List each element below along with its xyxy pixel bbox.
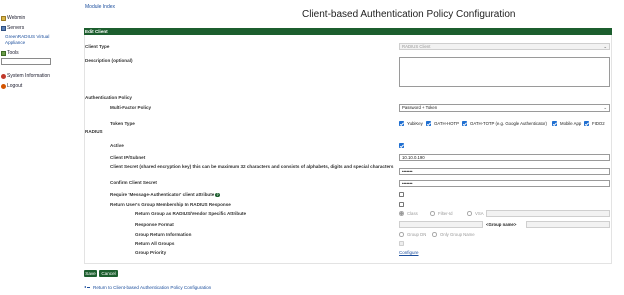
sidebar-item-label: Servers: [7, 25, 25, 31]
require-msg-auth-label: Require 'Message-Authenticator' client a…: [110, 192, 220, 198]
return-link[interactable]: Return to Client-based Authentication Po…: [84, 285, 211, 290]
sidebar-item-logout[interactable]: Logout: [1, 83, 22, 89]
client-type-value: RADIUS Client: [402, 44, 431, 49]
client-secret-input[interactable]: •••••••: [399, 168, 610, 175]
webmin-folder-icon: [1, 15, 6, 21]
help-icon[interactable]: ?: [215, 192, 220, 198]
group-priority-configure-link[interactable]: Configure: [399, 250, 419, 255]
chevron-down-icon: ⌄: [603, 44, 607, 49]
response-format-prefix-input[interactable]: [399, 221, 483, 228]
token-fido2-label: FIDO2: [592, 121, 605, 126]
return-all-groups-checkbox[interactable]: [399, 241, 404, 246]
active-checkbox[interactable]: [399, 143, 404, 148]
sidebar-search-input[interactable]: [1, 58, 51, 65]
token-fido2-checkbox[interactable]: [584, 121, 589, 126]
return-all-groups-label: Return All Groups: [135, 241, 175, 246]
client-ip-label: Client IP/Subnet: [110, 155, 146, 160]
token-oath-hotp-checkbox[interactable]: [426, 121, 431, 126]
only-group-name-radio[interactable]: [432, 232, 437, 237]
chevron-down-icon: ⌄: [603, 105, 607, 110]
return-group-vsa-label: VSA: [475, 211, 484, 216]
sidebar-item-webmin[interactable]: Webmin: [1, 15, 25, 21]
sidebar: Webmin Servers GreenRADIUS Virtual Appli…: [0, 0, 80, 295]
return-group-filter-id-label: Filter-Id: [438, 211, 453, 216]
vsa-input[interactable]: [486, 210, 610, 217]
token-mobile-app-label: Mobile App: [560, 121, 582, 126]
tools-icon: [1, 50, 6, 56]
radius-heading: RADIUS: [85, 129, 103, 134]
token-yubikey-label: YubiKey: [407, 121, 423, 126]
sidebar-item-tools[interactable]: Tools: [1, 50, 19, 56]
client-type-label: Client Type: [85, 44, 110, 49]
group-name-token: <Group name>: [486, 222, 517, 227]
response-format-label: Response Format: [135, 222, 174, 227]
description-textarea[interactable]: [399, 57, 610, 87]
token-oath-hotp-label: OATH-HOTP: [434, 121, 459, 126]
return-group-as-label: Return Group as RADIUS/Vendor Specific A…: [135, 211, 247, 216]
back-arrow-icon: [84, 286, 90, 290]
confirm-secret-input[interactable]: •••••••: [399, 180, 610, 187]
client-ip-input[interactable]: 10.10.0.190: [399, 154, 610, 161]
token-mobile-app-checkbox[interactable]: [552, 121, 557, 126]
mfa-policy-select[interactable]: Password + Token ⌄: [399, 104, 610, 112]
return-group-filter-id-radio[interactable]: [430, 211, 435, 216]
system-information-icon: [1, 73, 6, 79]
page-title: Client-based Authentication Policy Confi…: [302, 9, 516, 20]
sidebar-item-system-information[interactable]: System Information: [1, 73, 50, 79]
response-format-suffix-input[interactable]: [526, 221, 610, 228]
edit-client-section-header: Edit Client: [84, 28, 612, 35]
sidebar-item-label: Tools: [7, 50, 19, 56]
description-label: Description (optional): [85, 58, 133, 63]
authentication-policy-heading: Authentication Policy: [85, 95, 132, 100]
group-priority-label: Group Priority: [135, 250, 167, 255]
module-index-link[interactable]: Module Index: [85, 4, 115, 10]
group-dn-radio[interactable]: [399, 232, 404, 237]
group-return-info-label: Group Return Information: [135, 232, 192, 237]
require-msg-auth-text: Require 'Message-Authenticator' client a…: [110, 192, 215, 197]
token-oath-totp-label: OATH-TOTP (e.g. Google Authenticator): [470, 121, 547, 126]
return-group-vsa-radio[interactable]: [467, 211, 472, 216]
return-groups-label: Return User's Group Membership In RADIUS…: [110, 202, 231, 207]
token-yubikey-checkbox[interactable]: [399, 121, 404, 126]
return-groups-checkbox[interactable]: [399, 202, 404, 207]
token-type-label: Token Type: [110, 121, 135, 126]
sidebar-item-label: Webmin: [7, 15, 26, 21]
sidebar-subitem-greenradius[interactable]: GreenRADIUS Virtual Appliance: [5, 34, 65, 46]
logout-icon: [1, 83, 6, 89]
return-link-text: Return to Client-based Authentication Po…: [93, 285, 212, 290]
active-label: Active: [110, 143, 124, 148]
sidebar-item-label: Logout: [7, 83, 23, 89]
mfa-policy-value: Password + Token: [402, 105, 438, 110]
cancel-button[interactable]: Cancel: [99, 270, 118, 277]
only-group-name-label: Only Group Name: [440, 232, 475, 237]
servers-icon: [1, 25, 6, 31]
sidebar-item-servers[interactable]: Servers: [1, 25, 24, 31]
client-type-select: RADIUS Client ⌄: [399, 43, 610, 50]
token-oath-totp-checkbox[interactable]: [462, 121, 467, 126]
return-group-class-radio[interactable]: [399, 211, 404, 216]
confirm-secret-label: Confirm Client Secret: [110, 180, 157, 185]
require-msg-auth-checkbox[interactable]: [399, 192, 404, 197]
sidebar-item-label: System Information: [7, 73, 51, 79]
return-group-class-label: Class: [407, 211, 418, 216]
client-secret-label: Client Secret (shared encryption key) th…: [110, 164, 394, 169]
group-dn-label: Group DN: [407, 232, 427, 237]
save-button[interactable]: Save: [84, 270, 97, 277]
mfa-policy-label: Multi-Factor Policy: [110, 105, 152, 110]
